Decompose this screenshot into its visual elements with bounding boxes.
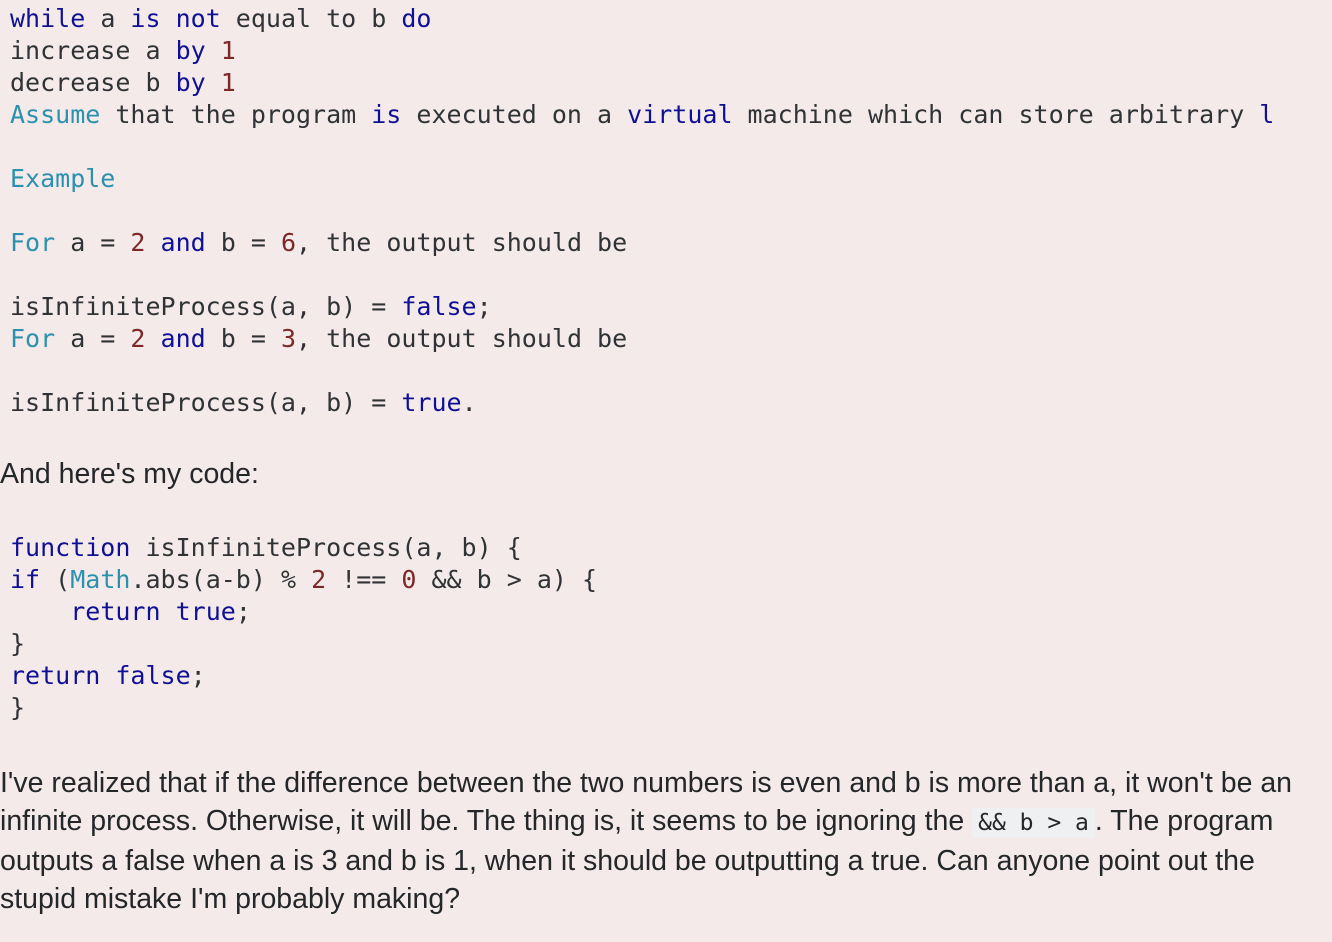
keyword-token: false [401,292,477,321]
keyword-token: return [70,597,161,626]
keyword-token: function [10,533,131,562]
code-line: if (Math.abs(a-b) % 2 !== 0 && b > a) { [10,564,597,596]
number-token: 3 [280,324,297,353]
text-token: , the output should be [296,324,628,353]
question-paragraph: I've realized that if the difference bet… [0,764,1325,918]
problem-line: Example [10,163,1274,195]
text-token: ( [40,565,71,594]
keyword-token: false [115,661,191,690]
text-token: that the program [100,100,372,129]
keyword-token: if [10,565,41,594]
text-token: ; [235,597,251,626]
problem-line: For a = 2 and b = 3, the output should b… [10,323,1274,355]
inline-code: && b > a [972,808,1095,838]
keyword-token: true [175,597,236,626]
text-token: machine which can store arbitrary [732,100,1260,129]
text-token: . [461,388,477,417]
problem-line [10,355,1274,387]
text-token: a = [55,324,131,353]
number-token: 6 [280,228,297,257]
keyword-token: virtual [627,100,733,129]
text-token: !== [326,565,402,594]
intro-text: And here's my code: [0,458,259,490]
text-token: a = [55,228,131,257]
text-token: isInfiniteProcess(a, b) { [130,533,522,562]
code-line: return true; [10,596,597,628]
problem-code-block: while a is not equal to b do increase a b… [10,3,1274,419]
problem-line: isInfiniteProcess(a, b) = true. [10,387,1274,419]
keyword-token: return [10,661,101,690]
keyword-token: do [401,4,432,33]
number-token: 2 [311,565,327,594]
text-token: } [10,693,26,722]
code-line: function isInfiniteProcess(a, b) { [10,532,597,564]
type-token: Example [10,164,116,193]
text-token: equal to b [220,4,402,33]
problem-line: Assume that the program is executed on a… [10,99,1274,131]
number-token: 2 [130,324,146,353]
number-token: 1 [220,36,236,65]
text-token: } [10,629,26,658]
problem-line: decrease b by 1 [10,67,1274,99]
type-token: For [10,228,56,257]
keyword-token: and [160,324,206,353]
problem-line [10,259,1274,291]
keyword-token: is [130,4,161,33]
text-token: b = [205,324,281,353]
text-token: && b > a) { [416,565,598,594]
number-token: 0 [401,565,417,594]
keyword-token: by [175,36,206,65]
code-line: return false; [10,660,597,692]
text-token: a [85,4,131,33]
problem-line [10,195,1274,227]
text-token: b = [205,228,281,257]
problem-line [10,131,1274,163]
text-token: executed on a [401,100,628,129]
text-token: .abs(a-b) % [130,565,312,594]
type-token: For [10,324,56,353]
problem-line: isInfiniteProcess(a, b) = false; [10,291,1274,323]
text-token: ; [190,661,206,690]
keyword-token: and [160,228,206,257]
source-code-block: function isInfiniteProcess(a, b) {if (Ma… [10,532,597,724]
keyword-token: true [401,388,462,417]
keyword-token: not [175,4,221,33]
problem-line: increase a by 1 [10,35,1274,67]
code-line: } [10,692,597,724]
text-token: decrease b [10,68,176,97]
text-token: isInfiniteProcess(a, b) = [10,388,402,417]
code-line: } [10,628,597,660]
text-token: isInfiniteProcess(a, b) = [10,292,402,321]
text-token: increase a [10,36,176,65]
keyword-token: is [371,100,402,129]
number-token: 2 [130,228,146,257]
keyword-token: l [1259,100,1275,129]
keyword-token: by [175,68,206,97]
type-token: Assume [10,100,101,129]
number-token: 1 [220,68,236,97]
text-token: ; [476,292,492,321]
problem-line: For a = 2 and b = 6, the output should b… [10,227,1274,259]
problem-line: while a is not equal to b do [10,3,1274,35]
type-token: Math [70,565,131,594]
keyword-token: while [10,4,86,33]
text-token: , the output should be [296,228,628,257]
